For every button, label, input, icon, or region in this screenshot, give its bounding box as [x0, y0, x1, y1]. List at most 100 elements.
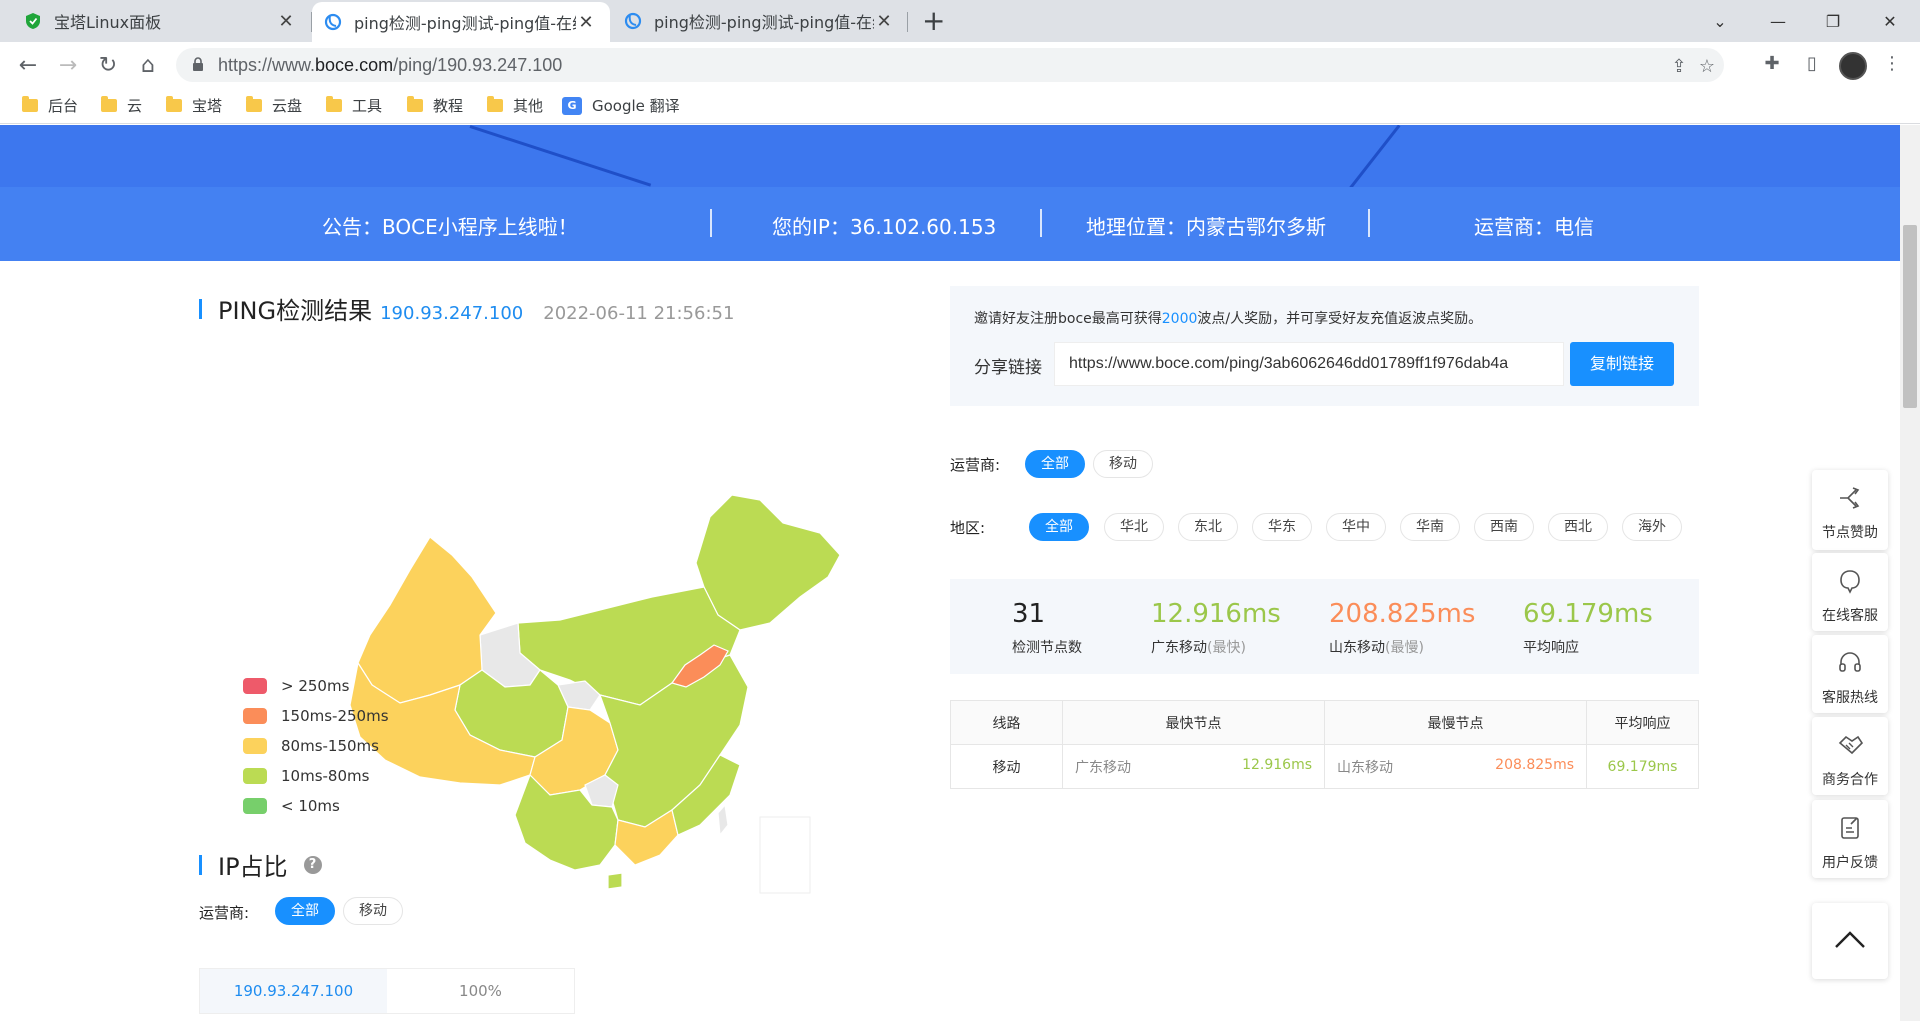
hotline-button[interactable]: 客服热线 [1812, 635, 1888, 713]
address-bar[interactable]: https://www.boce.com/ping/190.93.247.100… [176, 48, 1724, 82]
stat-label: 广东移动(最快) [1151, 637, 1281, 657]
stat-label: 检测节点数 [1012, 637, 1082, 657]
share-page-icon[interactable]: ⇪ [1668, 56, 1690, 77]
legend-label: 80ms-150ms [281, 737, 379, 755]
region-pill-northwest[interactable]: 西北 [1548, 513, 1608, 541]
extensions-puzzle-icon[interactable]: ✚ [1760, 53, 1784, 77]
back-arrow-icon[interactable]: ← [14, 51, 42, 79]
page-scrollbar[interactable] [1900, 125, 1920, 1021]
back-to-top-button[interactable] [1812, 903, 1888, 979]
region-pill-northeast[interactable]: 东北 [1178, 513, 1238, 541]
table-row[interactable]: 移动 广东移动 12.916ms 山东移动 208.825ms 69.179ms [950, 744, 1699, 789]
region-pill-north[interactable]: 华北 [1104, 513, 1164, 541]
region-pill-southwest[interactable]: 西南 [1474, 513, 1534, 541]
share-link-input[interactable]: https://www.boce.com/ping/3ab6062646dd01… [1054, 342, 1564, 386]
region-pill-east[interactable]: 华东 [1252, 513, 1312, 541]
tab-baota-panel[interactable]: 宝塔Linux面板 ✕ [0, 0, 310, 42]
restore-window-icon[interactable]: ❐ [1803, 0, 1863, 42]
close-tab-icon[interactable]: ✕ [874, 11, 894, 32]
close-tab-icon[interactable]: ✕ [276, 11, 296, 32]
folder-icon [487, 96, 503, 112]
forward-arrow-icon[interactable]: → [54, 51, 82, 79]
table-header-row: 线路 最快节点 最慢节点 平均响应 [950, 700, 1699, 745]
legend-label: 10ms-80ms [281, 767, 370, 785]
bookmark-folder[interactable]: 云 [101, 95, 142, 116]
side-panel-icon[interactable]: ▯ [1800, 53, 1824, 77]
ping-result-title: PING检测结果 [218, 297, 373, 325]
page-viewport: 公告：BOCE小程序上线啦！ 您的IP：36.102.60.153 地理位置：内… [0, 125, 1900, 1018]
announcement-text[interactable]: 公告：BOCE小程序上线啦！ [322, 211, 578, 240]
slow-node-cell: 山东移动 208.825ms [1324, 744, 1587, 789]
ip-share-header: IP占比 ? [199, 847, 322, 882]
legend-item[interactable]: 10ms-80ms [243, 761, 389, 791]
column-header: 平均响应 [1586, 700, 1699, 745]
info-notice-bar: 公告：BOCE小程序上线啦！ 您的IP：36.102.60.153 地理位置：内… [0, 187, 1900, 261]
map-region-taiwan[interactable] [717, 803, 729, 837]
map-region-hainan[interactable] [607, 872, 623, 890]
region-pill-all[interactable]: 全部 [1029, 513, 1089, 541]
tab-title: ping检测-ping测试-ping值-在线 [654, 13, 874, 32]
user-feedback-button[interactable]: 用户反馈 [1812, 800, 1888, 878]
carrier-pill-mobile[interactable]: 移动 [1093, 450, 1153, 478]
line-cell: 移动 [950, 744, 1063, 789]
sponsor-node-button[interactable]: 节点赞助 [1812, 470, 1888, 550]
tab-ping-second[interactable]: ping检测-ping测试-ping值-在线 ✕ [610, 0, 908, 42]
region-pill-central[interactable]: 华中 [1326, 513, 1386, 541]
bookmark-label: Google 翻译 [592, 97, 680, 115]
business-cooperation-button[interactable]: 商务合作 [1812, 717, 1888, 795]
float-label: 商务合作 [1822, 772, 1878, 788]
region-filter-label: 地区: [950, 519, 986, 537]
legend-item[interactable]: 80ms-150ms [243, 731, 389, 761]
home-icon[interactable]: ⌂ [134, 51, 162, 79]
close-tab-icon[interactable]: ✕ [576, 12, 596, 33]
isp-text: 运营商：电信 [1474, 215, 1594, 239]
bookmark-folder[interactable]: 其他 [487, 95, 543, 116]
your-ip-text: 您的IP：36.102.60.153 [772, 215, 997, 239]
region-pill-overseas[interactable]: 海外 [1622, 513, 1682, 541]
legend-item[interactable]: < 10ms [243, 791, 389, 821]
url-text: https://www.boce.com/ping/190.93.247.100 [218, 55, 562, 76]
ip-share-pill-all[interactable]: 全部 [275, 897, 335, 925]
bookmark-folder[interactable]: 教程 [407, 95, 463, 116]
fast-node-name: 广东移动 [1075, 759, 1131, 776]
legend-item[interactable]: 150ms-250ms [243, 701, 389, 731]
stat-fastest: 12.916ms 广东移动(最快) [1151, 599, 1281, 657]
stat-label-text: 山东移动 [1329, 640, 1385, 656]
new-tab-plus-icon[interactable]: + [922, 6, 945, 36]
online-support-button[interactable]: 在线客服 [1812, 553, 1888, 631]
profile-avatar[interactable] [1839, 52, 1867, 80]
bookmark-google-translate[interactable]: G Google 翻译 [562, 95, 680, 116]
bookmark-folder[interactable]: 工具 [326, 95, 382, 116]
map-region-northeast[interactable] [695, 494, 841, 631]
legend-item[interactable]: > 250ms [243, 671, 389, 701]
stat-label-sub: (最快) [1207, 640, 1246, 656]
ping-stats-panel: 31 检测节点数 12.916ms 广东移动(最快) 208.825ms 山东移… [950, 579, 1699, 674]
bookmark-label: 云盘 [272, 97, 303, 115]
legend-swatch [243, 798, 267, 814]
folder-icon [101, 96, 117, 112]
tab-ping-active[interactable]: ping检测-ping测试-ping值-在线 ✕ [312, 2, 610, 42]
menu-kebab-icon[interactable]: ⋮ [1880, 53, 1904, 77]
legend-label: 150ms-250ms [281, 707, 389, 725]
stat-value: 31 [1012, 599, 1046, 629]
minimize-icon[interactable]: — [1748, 0, 1808, 42]
bookmark-folder[interactable]: 云盘 [246, 95, 302, 116]
bookmark-star-icon[interactable]: ☆ [1696, 56, 1718, 77]
bookmark-folder[interactable]: 宝塔 [166, 95, 222, 116]
decorative-line [1348, 125, 1401, 187]
region-pill-south[interactable]: 华南 [1400, 513, 1460, 541]
ip-share-ip-cell: 190.93.247.100 [200, 969, 387, 1013]
scrollbar-thumb[interactable] [1903, 225, 1917, 408]
close-window-icon[interactable]: ✕ [1860, 0, 1920, 42]
ping-result-header: PING检测结果 190.93.247.100 2022-06-11 21:56… [199, 291, 734, 326]
copy-link-button[interactable]: 复制链接 [1570, 342, 1674, 386]
bookmark-folder[interactable]: 后台 [22, 95, 78, 116]
tab-title: 宝塔Linux面板 [54, 13, 162, 32]
ip-share-pill-mobile[interactable]: 移动 [343, 897, 403, 925]
carrier-pill-all[interactable]: 全部 [1025, 450, 1085, 478]
boce-favicon-icon [624, 12, 642, 30]
help-question-icon[interactable]: ? [303, 855, 322, 874]
tab-search-chevron-icon[interactable]: ⌄ [1690, 0, 1750, 42]
fast-node-value: 12.916ms [1242, 756, 1312, 773]
reload-icon[interactable]: ↻ [94, 51, 122, 79]
